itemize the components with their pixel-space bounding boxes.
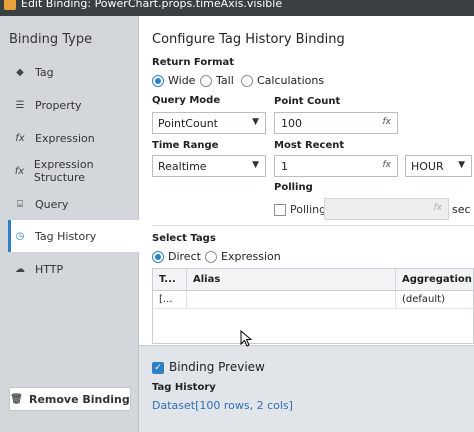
radio-dot <box>152 74 164 87</box>
property-icon: ☰ <box>15 99 25 111</box>
radio-dot <box>152 250 164 263</box>
query-mode-select[interactable]: PointCount ▼ <box>152 112 266 134</box>
config-form: Configure Tag History Binding Return For… <box>139 16 474 345</box>
mouse-pointer-icon <box>240 330 252 347</box>
time-range-select[interactable]: Realtime ▼ <box>152 155 266 177</box>
most-recent-label: Most Recent <box>274 140 345 151</box>
sidebar-item-tag-history[interactable]: ◷ Tag History <box>8 220 139 252</box>
tag-icon: ◆ <box>16 66 24 78</box>
point-count-label: Point Count <box>274 96 341 107</box>
query-mode-label: Query Mode <box>152 95 221 106</box>
window-titlebar: Edit Binding: PowerChart.props.timeAxis.… <box>0 0 474 16</box>
clock-icon: ◷ <box>15 230 25 242</box>
trash-icon: 🗑 <box>10 393 23 405</box>
fx-icon: fx <box>14 165 25 177</box>
sidebar-item-label: Tag <box>35 65 54 79</box>
fx-icon[interactable]: fx <box>383 160 392 170</box>
cloud-icon: ☁ <box>15 263 25 275</box>
point-count-input[interactable]: 100 fx <box>274 112 398 134</box>
column-header-aggregation[interactable]: Aggregation M <box>396 269 473 291</box>
binding-preview-checkbox[interactable]: ✓ <box>152 362 164 374</box>
polling-unit: sec <box>452 203 471 216</box>
table-cell[interactable]: (default) <box>396 291 473 309</box>
time-range-value: Realtime <box>158 159 207 173</box>
select-tags-label: Select Tags <box>152 233 216 244</box>
window-title: Edit Binding: PowerChart.props.timeAxis.… <box>21 0 283 10</box>
sidebar-item-label: Tag History <box>35 229 97 243</box>
sidebar-item-label: HTTP <box>35 262 64 276</box>
binding-preview-section: ✓ Binding Preview Tag History Dataset[10… <box>139 345 474 432</box>
radio-tall[interactable]: Tall <box>200 74 234 87</box>
sidebar-item-tag[interactable]: ◆ Tag <box>8 56 139 88</box>
sidebar-item-expression-structure[interactable]: fx Expression Structure <box>8 155 139 187</box>
sidebar-item-label: Property <box>35 98 82 112</box>
radio-label: Calculations <box>257 74 325 87</box>
remove-binding-label: Remove Binding <box>28 392 130 406</box>
binding-preview-label: Binding Preview <box>169 360 265 374</box>
radio-expression[interactable]: Expression <box>205 250 281 263</box>
binding-type-sidebar: Binding Type ◆ Tag ☰ Property fx Express… <box>0 16 139 432</box>
tags-table: T... Alias Aggregation M [... (default) <box>152 268 474 344</box>
query-mode-value: PointCount <box>158 116 218 130</box>
database-icon: ⌸ <box>17 198 23 210</box>
preview-value-link[interactable]: Dataset[100 rows, 2 cols] <box>152 399 293 412</box>
table-cell[interactable]: [... <box>153 291 187 309</box>
column-header-alias[interactable]: Alias <box>187 269 396 291</box>
radio-dot <box>200 74 212 87</box>
chevron-down-icon: ▼ <box>252 160 259 170</box>
most-recent-value: 1 <box>281 159 288 173</box>
remove-binding-button[interactable]: 🗑 Remove Binding <box>9 387 131 411</box>
page-title: Configure Tag History Binding <box>152 32 345 47</box>
divider <box>152 225 474 226</box>
sidebar-item-property[interactable]: ☰ Property <box>8 89 139 121</box>
polling-checkbox[interactable]: Polling <box>274 203 326 216</box>
sidebar-item-query[interactable]: ⌸ Query <box>8 188 139 220</box>
fx-icon[interactable]: fx <box>383 117 392 127</box>
binding-config-panel: Configure Tag History Binding Return For… <box>139 16 474 432</box>
return-format-label: Return Format <box>152 57 235 68</box>
chevron-down-icon: ▼ <box>252 117 259 127</box>
time-range-label: Time Range <box>152 140 219 151</box>
sidebar-item-expression[interactable]: fx Expression <box>8 122 139 154</box>
most-recent-unit-value: HOUR <box>411 159 444 173</box>
sidebar-item-label: Expression Structure <box>33 158 94 184</box>
radio-calculations[interactable]: Calculations <box>241 74 324 87</box>
chevron-down-icon: ▼ <box>458 160 465 170</box>
radio-label: Tall <box>216 74 234 87</box>
radio-wide[interactable]: Wide <box>152 74 195 87</box>
radio-direct[interactable]: Direct <box>152 250 201 263</box>
radio-label: Expression <box>221 250 281 263</box>
radio-label: Direct <box>168 250 201 263</box>
most-recent-input[interactable]: 1 fx <box>274 155 398 177</box>
most-recent-unit-select[interactable]: HOUR ▼ <box>405 155 472 177</box>
radio-dot <box>205 250 217 263</box>
sidebar-item-label: Query <box>35 197 69 211</box>
point-count-value: 100 <box>281 116 302 130</box>
radio-dot <box>241 74 253 87</box>
sidebar-item-label: Expression <box>35 131 95 145</box>
polling-checkbox-label: Polling <box>290 203 327 216</box>
checkbox-box <box>274 203 286 216</box>
polling-label: Polling <box>274 182 313 193</box>
sidebar-item-http[interactable]: ☁ HTTP <box>8 253 139 285</box>
sidebar-heading: Binding Type <box>9 32 93 47</box>
preview-subtitle: Tag History <box>152 382 216 393</box>
polling-rate-input[interactable]: fx <box>324 198 449 220</box>
radio-label: Wide <box>168 74 196 87</box>
column-header-tag[interactable]: T... <box>153 269 187 291</box>
fx-icon: fx <box>15 132 25 144</box>
fx-icon: fx <box>433 203 443 213</box>
app-icon <box>4 0 16 10</box>
table-cell[interactable] <box>187 291 396 309</box>
